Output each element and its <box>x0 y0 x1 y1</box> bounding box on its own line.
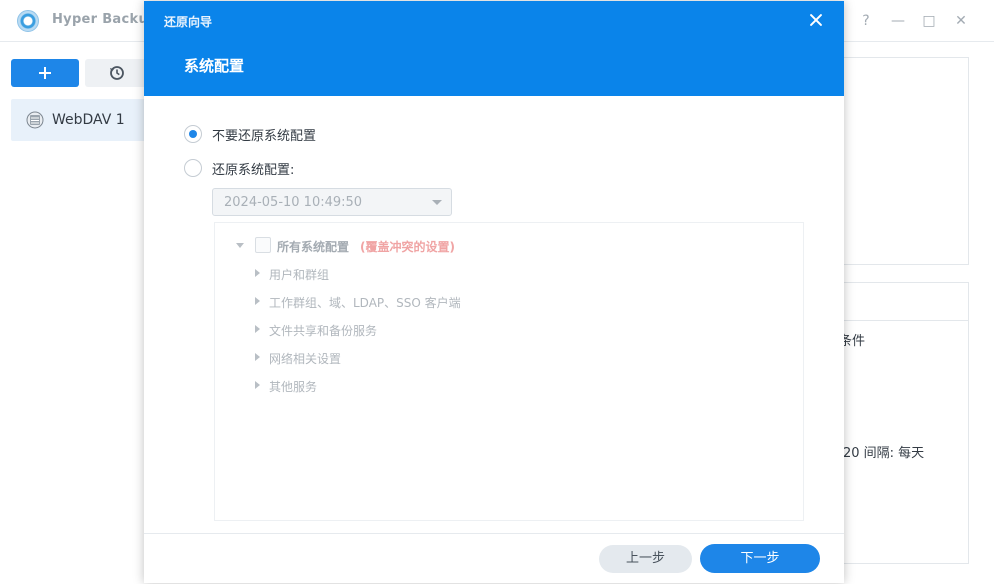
expand-caret-icon[interactable] <box>255 381 260 389</box>
help-icon[interactable]: ? <box>857 12 875 30</box>
tree-root-label: 所有系统配置 <box>277 240 350 254</box>
expand-caret-icon[interactable] <box>255 297 260 305</box>
radio-restore-config[interactable] <box>184 159 202 177</box>
close-icon[interactable]: ✕ <box>952 12 970 30</box>
dialog-heading: 系统配置 <box>184 57 245 75</box>
expand-caret-icon[interactable] <box>255 325 260 333</box>
dialog-header: 还原向导 系统配置 <box>144 1 844 96</box>
dialog-close-icon[interactable] <box>808 12 824 28</box>
radio-no-restore[interactable] <box>184 125 202 143</box>
expand-caret-icon[interactable] <box>255 353 260 361</box>
select-all-checkbox[interactable] <box>255 237 271 253</box>
minimize-icon[interactable]: — <box>889 12 907 30</box>
task-detail-card: 条件 20 间隔: 每天 <box>836 282 969 564</box>
previous-button[interactable]: 上一步 <box>599 545 692 573</box>
tree-item-file-services[interactable]: 文件共享和备份服务 <box>269 322 377 339</box>
config-tree: 所有系统配置 (覆盖冲突的设置) 用户和群组 工作群组、域、LDAP、SSO 客… <box>214 222 804 521</box>
next-button[interactable]: 下一步 <box>700 544 820 573</box>
hyper-backup-logo-icon <box>17 10 39 32</box>
add-task-button[interactable] <box>11 59 79 87</box>
tree-item-domain-ldap[interactable]: 工作群组、域、LDAP、SSO 客户端 <box>269 294 461 311</box>
backup-version-select[interactable]: 2024-05-10 10:49:50 <box>212 188 452 216</box>
app-title: Hyper Backup <box>52 12 158 27</box>
tree-item-network[interactable]: 网络相关设置 <box>269 350 341 367</box>
restore-wizard-dialog: 还原向导 系统配置 不要还原系统配置 还原系统配置: 2024-05-10 10… <box>144 1 844 583</box>
detail-text-interval: 20 间隔: 每天 <box>843 446 925 461</box>
option-label: 不要还原系统配置 <box>212 129 317 144</box>
collapse-caret-icon[interactable] <box>236 243 244 248</box>
server-icon <box>26 111 44 129</box>
chevron-down-icon <box>432 200 442 205</box>
tree-root-warning: (覆盖冲突的设置) <box>360 240 455 254</box>
task-sidebar: WebDAV 1 <box>0 42 151 584</box>
dialog-caption: 还原向导 <box>164 15 213 29</box>
backup-version-value: 2024-05-10 10:49:50 <box>224 195 363 210</box>
history-icon <box>110 66 124 80</box>
dialog-footer: 上一步 下一步 <box>144 533 844 583</box>
sidebar-item-label: WebDAV 1 <box>52 112 125 128</box>
restore-history-button[interactable] <box>85 59 151 87</box>
task-status-card <box>836 57 969 265</box>
option-label: 还原系统配置: <box>212 163 295 178</box>
plus-icon <box>39 66 51 80</box>
expand-caret-icon[interactable] <box>255 269 260 277</box>
maximize-icon[interactable]: □ <box>920 12 938 30</box>
tree-item-other-services[interactable]: 其他服务 <box>269 378 317 395</box>
sidebar-item-webdav[interactable]: WebDAV 1 <box>11 99 151 141</box>
tree-item-users-groups[interactable]: 用户和群组 <box>269 266 329 283</box>
detail-card-header <box>836 283 968 321</box>
